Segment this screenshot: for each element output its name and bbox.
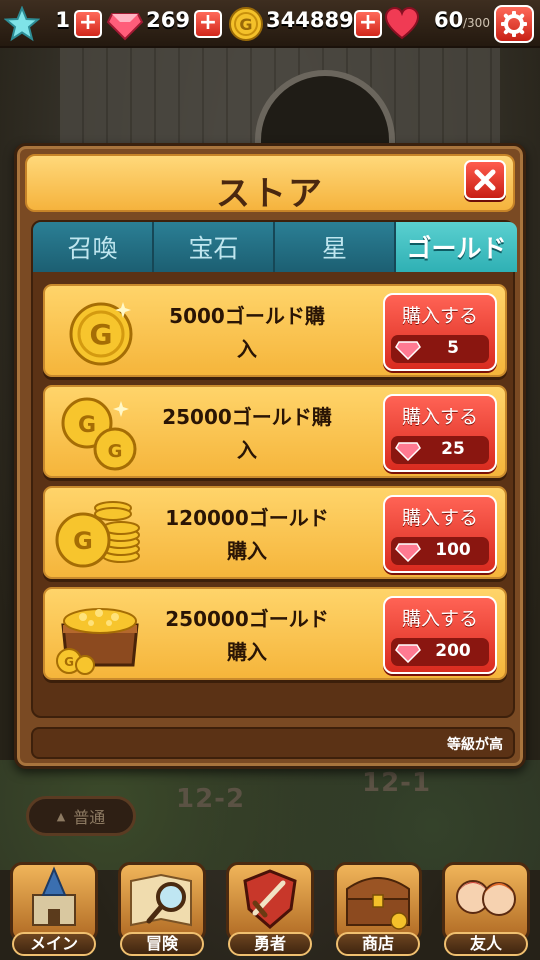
single-gold-coin-icon: G	[69, 302, 133, 366]
price-value: 100	[435, 540, 471, 560]
svg-text:G: G	[239, 15, 252, 34]
treasure-chest-gold-icon: G	[56, 608, 139, 675]
store-item-250000-gold: G 250000ゴールド 購入 購入する 200	[43, 587, 507, 680]
buy-button-label: 購入する	[401, 305, 478, 327]
price-value: 5	[447, 338, 459, 358]
item-name-line2: 購入	[227, 539, 267, 563]
svg-text:G: G	[90, 318, 113, 351]
gold-coin-stacks-icon: G	[55, 501, 140, 568]
item-name: 5000ゴールド購 入	[153, 300, 341, 366]
item-name: 120000ゴールド 購入	[153, 502, 341, 568]
add-stars-button[interactable]: +	[74, 10, 102, 38]
treasure-chest-icon	[346, 877, 410, 930]
footer-text: 等級が高	[447, 737, 503, 753]
item-name: 250000ゴールド 購入	[153, 603, 341, 669]
gem-icon	[106, 13, 144, 41]
store-title-bar: ストア	[25, 154, 515, 214]
store-panel: 召喚 宝石 星 ゴールド G 5000ゴールド購 入 購入する 5 G G 25…	[31, 220, 517, 718]
price-box: 25	[391, 436, 489, 464]
gem-icon	[395, 543, 421, 562]
nav-adventure-label: 冒険	[120, 932, 204, 956]
gem-icon	[395, 644, 421, 663]
stage-node-12-2[interactable]: 12-2	[176, 784, 245, 814]
star-icon	[4, 6, 40, 42]
item-name-line2: 入	[237, 337, 257, 361]
triangle-up-icon: ▲	[56, 809, 66, 823]
svg-text:G: G	[108, 441, 123, 462]
nav-adventure[interactable]: 冒険	[114, 862, 210, 958]
nav-main-label: メイン	[12, 932, 96, 956]
tab-gold[interactable]: ゴールド	[396, 222, 517, 272]
store-item-120000-gold: G 120000ゴールド 購入 購入する 100	[43, 486, 507, 579]
item-name-line1: 25000ゴールド購	[162, 405, 332, 429]
buy-button-label: 購入する	[401, 406, 478, 428]
nav-heroes-frame	[226, 862, 314, 942]
store-item-25000-gold: G G 25000ゴールド購 入 購入する 25	[43, 385, 507, 478]
difficulty-toggle-button[interactable]: ▲ 普通	[26, 796, 136, 836]
buy-button[interactable]: 購入する 200	[383, 596, 497, 674]
svg-text:G: G	[73, 527, 93, 555]
close-icon	[474, 169, 496, 191]
nav-main[interactable]: メイン	[6, 862, 102, 958]
nav-heroes[interactable]: 勇者	[222, 862, 318, 958]
gold-coin-icon: G	[229, 7, 263, 41]
svg-text:G: G	[64, 655, 74, 669]
nav-shop-label: 商店	[336, 932, 420, 956]
nav-main-frame	[10, 862, 98, 942]
item-name-line1: 250000ゴールド	[165, 607, 329, 631]
gold-count: 344889	[266, 8, 354, 32]
add-gems-button[interactable]: +	[194, 10, 222, 38]
price-box: 200	[391, 638, 489, 666]
buy-button[interactable]: 購入する 25	[383, 394, 497, 472]
store-footer: 等級が高	[31, 727, 515, 759]
tab-stars[interactable]: 星	[275, 222, 396, 272]
close-button[interactable]	[464, 160, 506, 200]
nav-friends[interactable]: 友人	[438, 862, 534, 958]
price-value: 25	[441, 439, 465, 459]
settings-button[interactable]	[494, 5, 534, 43]
gems-count: 269	[146, 8, 190, 32]
item-name-line2: 入	[237, 438, 257, 462]
tab-summon[interactable]: 召喚	[33, 222, 154, 272]
item-name-line1: 5000ゴールド購	[169, 304, 325, 328]
nav-adventure-frame	[118, 862, 206, 942]
gear-icon	[501, 11, 527, 37]
nav-friends-frame	[442, 862, 530, 942]
map-magnifier-icon	[130, 873, 192, 927]
store-title: ストア	[216, 174, 324, 214]
castle-icon	[32, 866, 76, 926]
item-name-line2: 購入	[227, 640, 267, 664]
tab-gems[interactable]: 宝石	[154, 222, 275, 272]
gem-icon	[395, 442, 421, 461]
buy-button[interactable]: 購入する 5	[383, 293, 497, 371]
nav-friends-label: 友人	[444, 932, 528, 956]
stage-node-12-1[interactable]: 12-1	[362, 768, 431, 798]
add-gold-button[interactable]: +	[354, 10, 382, 38]
difficulty-label: 普通	[73, 808, 106, 827]
item-name: 25000ゴールド購 入	[153, 401, 341, 467]
friends-icon	[456, 880, 516, 916]
store-item-5000-gold: G 5000ゴールド購 入 購入する 5	[43, 284, 507, 377]
item-name-line1: 120000ゴールド	[165, 506, 329, 530]
heart-icon	[384, 6, 420, 40]
price-box: 5	[391, 335, 489, 363]
price-box: 100	[391, 537, 489, 565]
store-tabs: 召喚 宝石 星 ゴールド	[33, 222, 517, 272]
resource-hud: 1 + 269 + G 344889 + 60 /300	[0, 0, 540, 48]
svg-text:G: G	[78, 413, 96, 438]
gem-icon	[395, 341, 421, 360]
nav-heroes-label: 勇者	[228, 932, 312, 956]
hearts-count: 60	[434, 8, 464, 32]
buy-button[interactable]: 購入する 100	[383, 495, 497, 573]
hearts-max: /300	[463, 16, 490, 30]
sword-shield-icon	[243, 869, 297, 929]
two-gold-coins-icon: G G	[61, 397, 137, 471]
buy-button-label: 購入する	[401, 608, 478, 630]
buy-button-label: 購入する	[401, 507, 478, 529]
store-dialog: ストア 召喚 宝石 星 ゴールド G 5000ゴールド購 入 購入する 5 G …	[14, 143, 526, 769]
nav-shop[interactable]: 商店	[330, 862, 426, 958]
stars-count: 1	[55, 8, 70, 32]
nav-shop-frame	[334, 862, 422, 942]
price-value: 200	[435, 641, 471, 661]
